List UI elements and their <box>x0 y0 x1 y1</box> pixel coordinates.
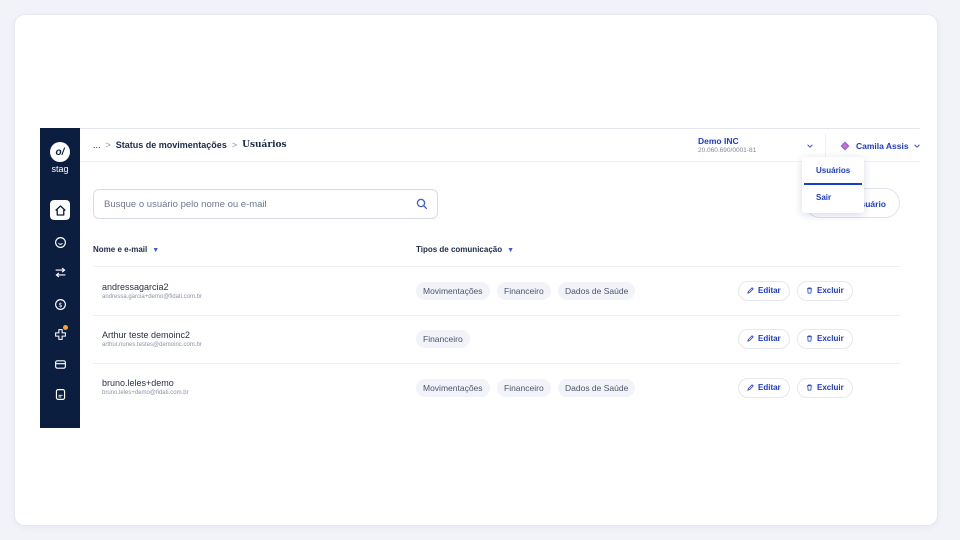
user-email: andressa.garcia+demo@fidati.com.br <box>102 294 202 300</box>
app-logo[interactable]: o/ <box>50 142 70 162</box>
chevron-down-icon[interactable] <box>913 142 920 150</box>
edit-button[interactable]: Editar <box>738 281 790 301</box>
row-divider <box>93 266 900 267</box>
user-menu-name[interactable]: Camila Assis <box>856 141 909 151</box>
delete-button[interactable]: Excluir <box>797 329 853 349</box>
company-name: Demo INC <box>698 136 739 146</box>
row-divider <box>93 363 900 364</box>
delete-button[interactable]: Excluir <box>797 281 853 301</box>
search-placeholder: Busque o usuário pelo nome ou e-mail <box>104 199 267 210</box>
delete-button-label: Excluir <box>817 286 844 295</box>
edit-button[interactable]: Editar <box>738 378 790 398</box>
divider <box>825 133 826 159</box>
environment-label: stag <box>51 164 69 174</box>
edit-button-label: Editar <box>758 286 781 295</box>
edit-button-label: Editar <box>758 334 781 343</box>
transfer-icon[interactable] <box>50 262 70 282</box>
medical-cross-icon[interactable] <box>50 324 70 344</box>
user-email: arthur.nunes.testes@demoinc.com.br <box>102 342 202 348</box>
column-header-communication-label: Tipos de comunicação <box>416 245 503 254</box>
edit-button[interactable]: Editar <box>738 329 790 349</box>
user-email: bruno.leles+demo@fidati.com.br <box>102 390 189 396</box>
row-divider <box>93 315 900 316</box>
menu-item-usuarios[interactable]: Usuários <box>816 166 850 175</box>
home-icon[interactable] <box>50 200 70 220</box>
document-icon[interactable] <box>50 384 70 404</box>
user-avatar-icon <box>840 141 850 151</box>
chevron-down-icon[interactable] <box>806 142 814 150</box>
card-icon[interactable] <box>50 354 70 374</box>
breadcrumb-separator: > <box>231 140 238 150</box>
communication-tag: Dados de Saúde <box>558 379 636 397</box>
pencil-icon <box>747 287 754 294</box>
communication-tag: Financeiro <box>497 282 551 300</box>
sidebar: o/ stag $ <box>40 128 80 428</box>
breadcrumb-ellipsis[interactable]: ... <box>93 140 101 150</box>
column-header-name-label: Nome e e-mail <box>93 245 148 254</box>
pencil-icon <box>747 335 754 342</box>
user-dropdown-menu: Usuários Sair <box>802 157 864 213</box>
column-header-name[interactable]: Nome e e-mail ▼ <box>93 245 159 254</box>
breadcrumb: ... > Status de movimentações > Usuários <box>93 140 287 150</box>
delete-button-label: Excluir <box>817 383 844 392</box>
filter-icon[interactable]: ▼ <box>152 247 159 254</box>
delete-button[interactable]: Excluir <box>797 378 853 398</box>
search-input[interactable]: Busque o usuário pelo nome ou e-mail <box>93 189 438 219</box>
search-icon[interactable] <box>416 198 428 210</box>
communication-tag: Financeiro <box>416 330 470 348</box>
trash-icon <box>806 384 813 391</box>
communication-tag: Movimentações <box>416 379 490 397</box>
svg-text:$: $ <box>58 300 62 308</box>
company-cnpj: 20.060.690/0001-81 <box>698 147 757 154</box>
alert-dot <box>63 325 68 330</box>
edit-button-label: Editar <box>758 383 781 392</box>
company-selector[interactable]: Demo INC 20.060.690/0001-81 <box>698 136 756 154</box>
delete-button-label: Excluir <box>817 334 844 343</box>
communication-tag: Dados de Saúde <box>558 282 636 300</box>
trash-icon <box>806 287 813 294</box>
menu-active-indicator <box>804 183 862 185</box>
pencil-icon <box>747 384 754 391</box>
smile-icon[interactable] <box>50 232 70 252</box>
breadcrumb-separator: > <box>105 140 111 150</box>
dollar-icon[interactable]: $ <box>50 294 70 314</box>
communication-tag: Movimentações <box>416 282 490 300</box>
add-user-button-label: suário <box>860 199 886 209</box>
top-bar: ... > Status de movimentações > Usuários… <box>80 128 920 162</box>
menu-item-sair[interactable]: Sair <box>816 193 831 202</box>
column-header-communication[interactable]: Tipos de comunicação ▼ <box>416 245 514 254</box>
trash-icon <box>806 335 813 342</box>
user-name: Arthur teste demoinc2 <box>102 330 191 340</box>
user-name: andressagarcia2 <box>102 282 169 292</box>
breadcrumb-parent[interactable]: Status de movimentações <box>116 140 227 150</box>
communication-tag: Financeiro <box>497 379 551 397</box>
user-name: bruno.leles+demo <box>102 378 174 388</box>
filter-icon[interactable]: ▼ <box>507 247 514 254</box>
breadcrumb-current: Usuários <box>242 140 287 150</box>
